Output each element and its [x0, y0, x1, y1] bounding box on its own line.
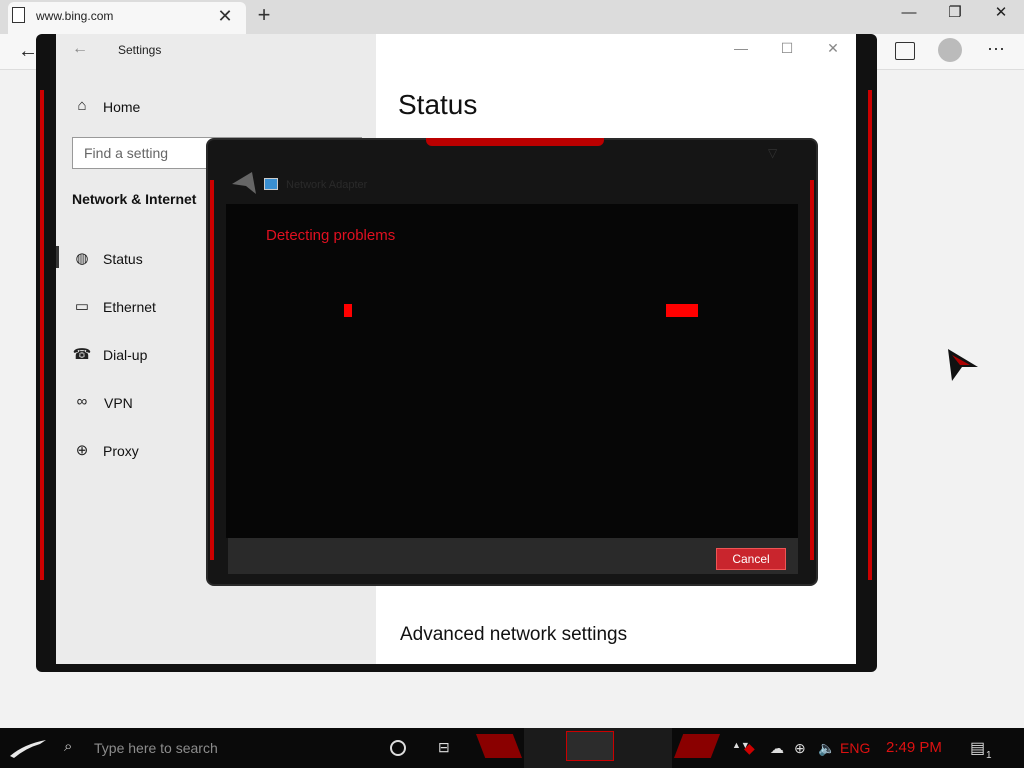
vpn-icon: ∞ [76, 393, 88, 410]
cortana-button[interactable] [390, 740, 406, 756]
sidebar-item-proxy[interactable]: Proxy [103, 443, 139, 459]
chevron-down-icon: ▽ [768, 146, 778, 160]
dialup-icon: ☎ [72, 346, 92, 363]
home-icon: ⌂ [77, 97, 87, 114]
settings-maximize-button[interactable]: ☐ [772, 40, 802, 57]
profile-avatar[interactable] [938, 38, 962, 62]
network-adapter-icon [264, 178, 278, 190]
mouse-cursor-icon [948, 349, 978, 381]
selected-indicator [56, 246, 59, 268]
network-globe-icon[interactable]: ⊕ [794, 740, 806, 757]
status-text: Detecting problems [266, 227, 396, 244]
browser-restore-button[interactable]: ❐ [932, 0, 978, 30]
frame-accent-left [40, 90, 44, 580]
progress-indicator [344, 304, 352, 317]
nav-home[interactable]: Home [103, 99, 140, 115]
cancel-button[interactable]: Cancel [716, 548, 786, 570]
dialog-title: Network Adapter [286, 179, 368, 191]
dialog-accent-right [810, 180, 814, 560]
dialog-footer [228, 538, 798, 574]
notification-count: 1 [986, 750, 992, 761]
volume-muted-icon[interactable]: 🔈 [818, 740, 835, 757]
sidebar-item-status[interactable]: Status [103, 251, 143, 267]
rog-logo-icon [232, 172, 256, 194]
start-button[interactable] [0, 728, 56, 768]
settings-back-button[interactable]: ← [72, 40, 88, 58]
tab-close-button[interactable]: ✕ [214, 5, 236, 27]
frame-accent-right [868, 90, 872, 580]
page-icon [12, 7, 25, 23]
dialog-accent-left [210, 180, 214, 560]
page-title: Status [398, 89, 478, 120]
dialog-top-accent [426, 138, 604, 146]
browser-more-button[interactable]: ··· [984, 38, 1008, 62]
rog-tray-icon[interactable]: ◆ [744, 740, 755, 757]
globe-icon: ◍ [75, 250, 89, 267]
new-tab-button[interactable]: + [252, 3, 276, 27]
advanced-network-settings-heading: Advanced network settings [400, 624, 628, 645]
tab-title: www.bing.com [36, 9, 114, 23]
notification-center-icon[interactable]: ▤ [970, 738, 985, 758]
onedrive-icon[interactable]: ☁ [770, 740, 784, 757]
sidebar-item-vpn[interactable]: VPN [104, 395, 133, 411]
clock[interactable]: 2:49 PM [886, 739, 942, 756]
search-placeholder: Find a setting [84, 145, 169, 161]
progress-indicator [666, 304, 698, 317]
language-indicator[interactable]: ENG [840, 740, 870, 756]
dialog-content [226, 204, 798, 538]
task-view-icon[interactable]: ⊟ [438, 739, 456, 755]
browser-close-button[interactable]: ✕ [978, 0, 1024, 30]
search-icon: ⌕ [64, 738, 73, 755]
ethernet-icon: ▭ [74, 298, 90, 315]
sidebar-item-dialup[interactable]: Dial-up [103, 347, 147, 363]
settings-minimize-button[interactable]: — [726, 40, 756, 56]
taskbar-app-network-adapter[interactable] [566, 731, 614, 761]
settings-close-button[interactable]: ✕ [818, 40, 848, 57]
taskbar-search-input[interactable]: Type here to search [94, 740, 218, 756]
collections-icon[interactable] [895, 42, 915, 60]
settings-window-title: Settings [118, 43, 162, 57]
sidebar-item-ethernet[interactable]: Ethernet [103, 299, 156, 315]
section-header: Network & Internet [72, 191, 197, 207]
browser-minimize-button[interactable]: — [886, 0, 932, 30]
globe-icon: ⊕ [75, 442, 89, 459]
